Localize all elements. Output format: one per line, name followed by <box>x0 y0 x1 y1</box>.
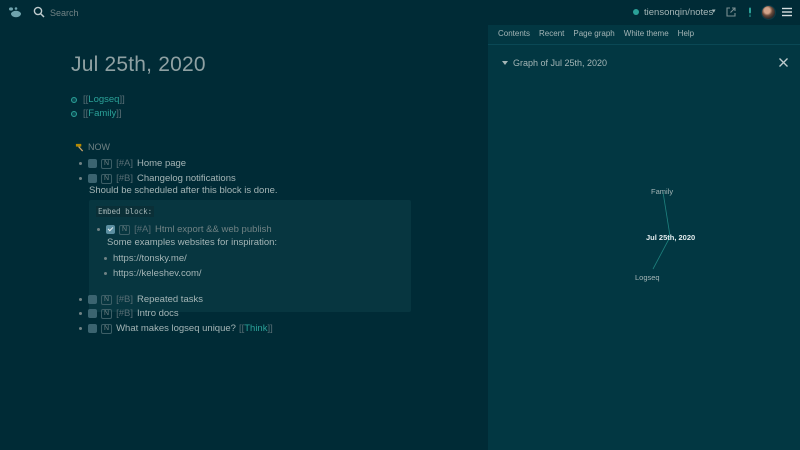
search-input[interactable] <box>50 5 250 20</box>
task-marker[interactable]: N <box>119 224 131 235</box>
embed-label: Embed block: <box>96 206 155 217</box>
graph-node-family[interactable]: Family <box>651 187 673 196</box>
task-block[interactable]: N [#B] Intro docs <box>79 308 179 319</box>
search-icon[interactable] <box>33 6 45 18</box>
task-checkbox[interactable] <box>88 174 97 183</box>
sidebar-tab-recent[interactable]: Recent <box>539 29 564 38</box>
page-ref-family[interactable]: [[ Family ]] <box>71 108 122 119</box>
caret-down-icon[interactable] <box>502 61 508 65</box>
embedded-task[interactable]: N [#A] Html export && web publish <box>97 224 272 235</box>
graph-edge <box>662 191 671 237</box>
task-text[interactable]: Html export && web publish <box>155 224 272 235</box>
menu-icon[interactable] <box>782 7 792 17</box>
right-sidebar: Contents Recent Page graph White theme H… <box>488 25 800 450</box>
avatar[interactable] <box>761 5 776 20</box>
bullet-icon[interactable] <box>71 110 77 117</box>
close-icon[interactable] <box>779 58 788 67</box>
task-marker[interactable]: N <box>101 158 113 169</box>
now-label: NOW <box>88 142 110 152</box>
bullet-icon[interactable] <box>79 312 82 315</box>
url-text[interactable]: https://tonsky.me/ <box>113 253 187 264</box>
bullet-icon[interactable] <box>97 228 100 231</box>
graph-node-center[interactable]: Jul 25th, 2020 <box>646 233 695 242</box>
sidebar-tab-page-graph[interactable]: Page graph <box>573 29 614 38</box>
ref-bracket: ]] <box>119 94 125 105</box>
bullet-icon[interactable] <box>79 162 82 165</box>
chevron-down-icon[interactable]: ▾ <box>712 7 716 15</box>
ref-link[interactable]: Family <box>88 108 116 119</box>
link-item[interactable]: https://keleshev.com/ <box>104 268 202 279</box>
url-text[interactable]: https://keleshev.com/ <box>113 268 202 279</box>
ref-bracket: ]] <box>116 108 122 119</box>
task-text[interactable]: Home page <box>137 158 186 169</box>
main-content: Jul 25th, 2020 [[ Logseq ]] [[ Family ]]… <box>0 25 488 450</box>
task-priority[interactable]: [#B] <box>116 308 133 319</box>
ref-bracket: ]] <box>267 323 273 334</box>
bullet-icon[interactable] <box>79 177 82 180</box>
link-item[interactable]: https://tonsky.me/ <box>104 253 187 264</box>
hammer-icon <box>75 143 84 152</box>
divider <box>488 44 800 45</box>
task-priority[interactable]: [#A] <box>116 158 133 169</box>
task-checkbox[interactable] <box>88 324 97 333</box>
task-checkbox[interactable] <box>88 295 97 304</box>
task-text[interactable]: Repeated tasks <box>137 294 203 305</box>
task-text[interactable]: Changelog notifications <box>137 173 236 184</box>
graph-panel-header[interactable]: Graph of Jul 25th, 2020 <box>502 58 607 68</box>
task-text[interactable]: What makes logseq unique? <box>116 323 236 334</box>
task-checkbox[interactable] <box>88 159 97 168</box>
task-block[interactable]: N [#B] Changelog notifications <box>79 173 236 184</box>
task-block[interactable]: N [#A] Home page <box>79 158 186 169</box>
bullet-icon[interactable] <box>71 96 77 103</box>
bullet-icon[interactable] <box>79 327 82 330</box>
task-checkbox[interactable] <box>106 225 115 234</box>
task-block[interactable]: N What makes logseq unique? [[ Think ]] <box>79 323 273 334</box>
graph-node-logseq[interactable]: Logseq <box>635 273 660 282</box>
page-ref-logseq[interactable]: [[ Logseq ]] <box>71 94 125 105</box>
task-marker[interactable]: N <box>101 308 113 319</box>
page-graph[interactable]: Family Jul 25th, 2020 Logseq <box>488 175 800 295</box>
sidebar-tab-white-theme[interactable]: White theme <box>624 29 669 38</box>
sidebar-tab-contents[interactable]: Contents <box>498 29 530 38</box>
task-priority[interactable]: [#A] <box>134 224 151 235</box>
external-link-icon[interactable] <box>725 6 737 18</box>
task-marker[interactable]: N <box>101 294 113 305</box>
sidebar-nav: Contents Recent Page graph White theme H… <box>498 29 694 38</box>
embed-note[interactable]: Some examples websites for inspiration: <box>107 237 277 248</box>
task-marker[interactable]: N <box>101 323 113 334</box>
bullet-icon[interactable] <box>104 272 107 275</box>
block-note[interactable]: Should be scheduled after this block is … <box>89 185 278 196</box>
microphone-icon[interactable] <box>744 6 756 18</box>
ref-link[interactable]: Logseq <box>88 94 119 105</box>
bullet-icon[interactable] <box>104 257 107 260</box>
bullet-icon[interactable] <box>79 298 82 301</box>
task-checkbox[interactable] <box>88 309 97 318</box>
repo-status-dot <box>633 9 639 15</box>
task-priority[interactable]: [#B] <box>116 294 133 305</box>
ref-link[interactable]: Think <box>244 323 267 334</box>
task-marker[interactable]: N <box>101 173 113 184</box>
task-block[interactable]: N [#B] Repeated tasks <box>79 294 203 305</box>
graph-title: Graph of Jul 25th, 2020 <box>513 58 608 68</box>
task-priority[interactable]: [#B] <box>116 173 133 184</box>
task-text[interactable]: Intro docs <box>137 308 179 319</box>
repo-selector[interactable]: tiensonqin/notes <box>644 7 713 18</box>
page-title[interactable]: Jul 25th, 2020 <box>71 53 206 77</box>
top-bar: tiensonqin/notes ▾ <box>0 0 800 25</box>
now-header: NOW <box>75 142 110 152</box>
sidebar-tab-help[interactable]: Help <box>678 29 694 38</box>
logseq-logo-icon[interactable] <box>8 6 22 18</box>
